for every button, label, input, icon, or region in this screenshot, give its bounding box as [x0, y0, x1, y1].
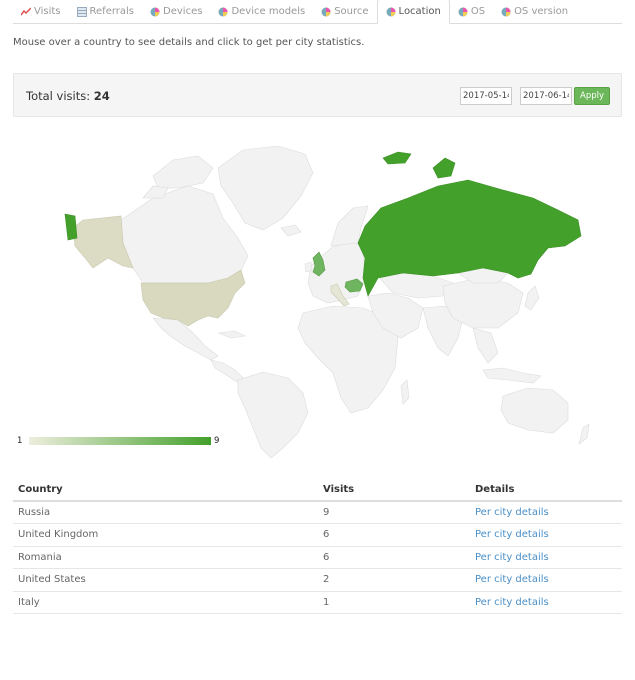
countries-table: Country Visits Details Russia 9 Per city… — [13, 478, 622, 614]
apply-button[interactable]: Apply — [574, 87, 610, 105]
pie-chart-icon — [218, 7, 228, 17]
country-canada-islands[interactable] — [152, 155, 214, 189]
cell-country: United States — [13, 568, 318, 592]
cell-visits: 2 — [318, 568, 470, 592]
cell-country: Russia — [13, 501, 318, 524]
pie-chart-icon — [386, 7, 396, 17]
country-canada[interactable] — [120, 185, 249, 284]
tab-label: OS version — [514, 6, 569, 17]
country-iceland[interactable] — [280, 224, 302, 237]
world-map — [13, 128, 622, 459]
table-row: Russia 9 Per city details — [13, 501, 622, 524]
per-city-details-link[interactable]: Per city details — [470, 523, 622, 547]
table-row: Romania 6 Per city details — [13, 546, 622, 569]
tab-label: Visits — [34, 6, 61, 17]
country-japan[interactable] — [524, 285, 540, 311]
tab-label: OS — [470, 6, 486, 17]
country-russia-far-east[interactable] — [64, 213, 78, 241]
legend-max-value: 9 — [214, 436, 220, 446]
help-text: Mouse over a country to see details and … — [13, 37, 365, 48]
per-city-details-link[interactable]: Per city details — [470, 568, 622, 592]
country-greenland[interactable] — [217, 145, 314, 231]
country-indonesia[interactable] — [482, 367, 542, 384]
summary-panel: Total visits: 24 - Apply — [13, 73, 622, 117]
country-south-america[interactable] — [237, 371, 309, 459]
pie-chart-icon — [501, 7, 511, 17]
cell-visits: 6 — [318, 523, 470, 547]
table-row: Italy 1 Per city details — [13, 591, 622, 614]
table-header-row: Country Visits Details — [13, 478, 622, 502]
tab-visits[interactable]: Visits — [13, 0, 69, 23]
date-to-input[interactable] — [520, 87, 572, 105]
tab-label: Devices — [163, 6, 203, 17]
legend-gradient — [29, 437, 211, 445]
cell-visits: 1 — [318, 591, 470, 614]
country-central-america[interactable] — [210, 359, 244, 383]
tab-location[interactable]: Location — [376, 0, 450, 24]
pie-chart-icon — [321, 7, 331, 17]
tab-referrals[interactable]: Referrals — [69, 0, 143, 23]
tab-bar: Visits Referrals Devices Device models S… — [13, 0, 622, 24]
header-country: Country — [13, 478, 318, 502]
cell-country: Italy — [13, 591, 318, 614]
tab-os[interactable]: OS — [450, 0, 493, 23]
country-new-zealand[interactable] — [578, 423, 590, 445]
country-russia-islands[interactable] — [432, 157, 456, 179]
header-visits: Visits — [318, 478, 470, 502]
tab-label: Source — [334, 6, 369, 17]
tab-label: Location — [398, 6, 441, 17]
country-australia[interactable] — [500, 387, 569, 434]
legend-min-value: 1 — [17, 436, 23, 446]
cell-country: United Kingdom — [13, 523, 318, 547]
country-cuba[interactable] — [217, 330, 246, 339]
pie-chart-icon — [458, 7, 468, 17]
tab-label: Device models — [231, 6, 306, 17]
cell-visits: 6 — [318, 546, 470, 569]
table-row: United States 2 Per city details — [13, 568, 622, 592]
cell-visits: 9 — [318, 501, 470, 524]
country-southeast-asia[interactable] — [472, 327, 499, 364]
tab-os-version[interactable]: OS version — [493, 0, 576, 23]
line-chart-icon — [21, 6, 31, 17]
pie-chart-icon — [150, 7, 160, 17]
per-city-details-link[interactable]: Per city details — [470, 591, 622, 614]
table-row: United Kingdom 6 Per city details — [13, 523, 622, 547]
tab-label: Referrals — [89, 6, 135, 17]
table-icon — [76, 6, 87, 17]
total-visits-value: 24 — [93, 89, 110, 103]
total-visits: Total visits: 24 — [26, 89, 110, 103]
tab-source[interactable]: Source — [313, 0, 376, 23]
total-visits-label: Total visits: — [26, 89, 91, 103]
per-city-details-link[interactable]: Per city details — [470, 546, 622, 569]
header-details: Details — [470, 478, 622, 502]
country-russia-arctic[interactable] — [382, 151, 412, 165]
country-ireland[interactable] — [304, 261, 313, 273]
cell-country: Romania — [13, 546, 318, 569]
tab-device-models[interactable]: Device models — [210, 0, 313, 23]
tab-devices[interactable]: Devices — [142, 0, 210, 23]
date-from-input[interactable] — [460, 87, 512, 105]
country-madagascar[interactable] — [400, 379, 410, 405]
per-city-details-link[interactable]: Per city details — [470, 501, 622, 524]
world-map-svg — [64, 145, 590, 459]
